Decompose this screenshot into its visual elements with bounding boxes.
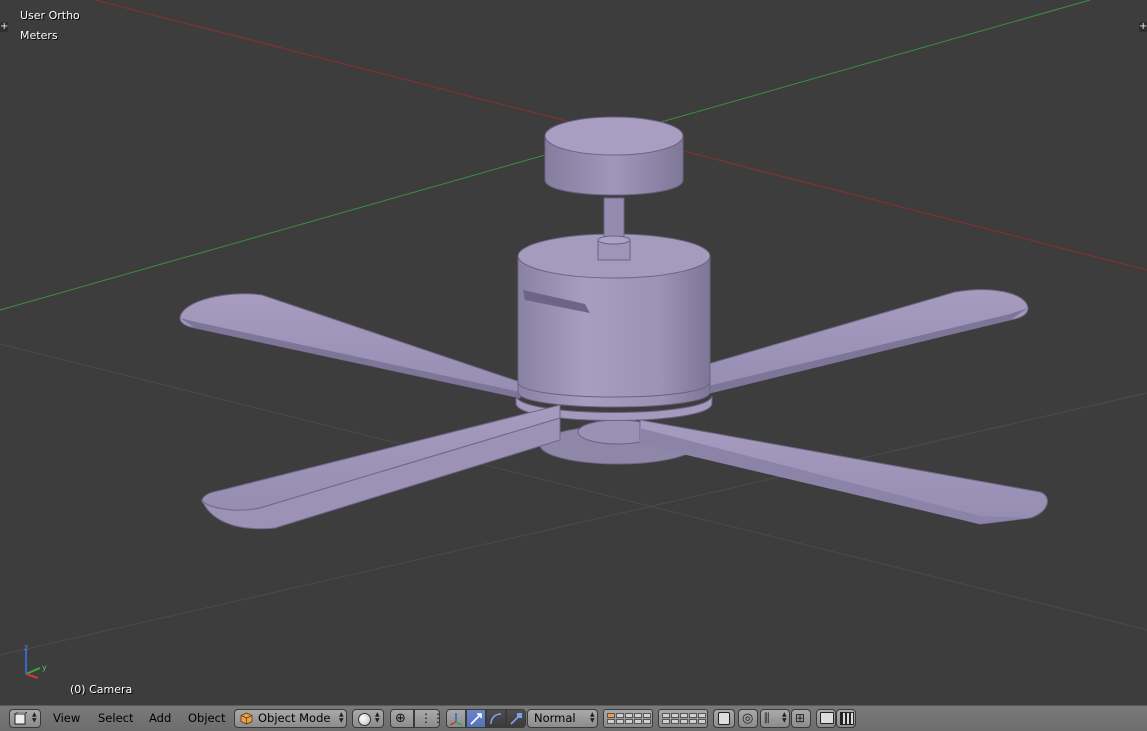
menu-object[interactable]: Object: [188, 706, 225, 731]
clapperboard-icon: [840, 712, 854, 725]
scene-canvas[interactable]: [0, 0, 1147, 705]
menu-view[interactable]: View: [53, 706, 80, 731]
active-object-label: (0) Camera: [70, 683, 133, 696]
chevron-updown-icon: ▲ ▼: [375, 711, 380, 724]
translate-manipulator-button[interactable]: [466, 709, 486, 728]
3d-viewport[interactable]: User Ortho Meters (0) Camera + + z y: [0, 0, 1147, 705]
chevron-updown-icon: ▲ ▼: [782, 711, 787, 724]
layer-grid[interactable]: [607, 713, 651, 724]
camera-icon: [820, 712, 834, 724]
menu-select[interactable]: Select: [98, 706, 133, 731]
view-name-label: User Ortho: [20, 9, 80, 22]
manipulate-center-button[interactable]: ⋮⋮: [414, 709, 444, 728]
snap-increment-icon: ⫼: [764, 711, 770, 725]
fan-downrod: [603, 197, 625, 243]
rotate-manipulator-button[interactable]: [486, 709, 506, 728]
chevron-updown-icon: ▲ ▼: [339, 711, 344, 724]
viewport-header: ▲ ▼ View Select Add Object Object Mode ▲ ▼…: [0, 705, 1147, 731]
proportional-editing-button[interactable]: ◎: [738, 709, 758, 728]
chevron-updown-icon: ▲ ▼: [590, 711, 595, 724]
layer-grid[interactable]: [662, 713, 706, 724]
z-axis-label: z: [24, 643, 28, 652]
scene-layers-group-1[interactable]: [603, 709, 653, 728]
pivot-point-selector[interactable]: ⊕: [390, 709, 414, 728]
fan-blade-front-right: [639, 419, 1048, 525]
y-axis-label: y: [42, 663, 47, 672]
transform-orientation-label: Normal: [534, 711, 576, 725]
object-cube-icon: [240, 712, 253, 725]
lock-layers-button[interactable]: [713, 709, 735, 728]
tool-shelf-toggle[interactable]: +: [0, 22, 8, 32]
editor-type-selector[interactable]: ▲ ▼: [9, 709, 41, 728]
center-points-icon: ⋮⋮: [420, 711, 444, 725]
ceiling-fan-model[interactable]: [179, 116, 1048, 530]
render-opengl-animation-button[interactable]: [836, 709, 856, 728]
properties-panel-toggle[interactable]: +: [1139, 22, 1147, 32]
pivot-icon: ⊕: [395, 711, 406, 726]
rotate-arc-icon: [490, 713, 502, 725]
menu-add[interactable]: Add: [149, 706, 171, 731]
snap-target-icon: ⊞: [795, 711, 806, 725]
scale-handle-icon: [510, 713, 522, 725]
manipulator-toggle[interactable]: [446, 709, 466, 728]
viewport-shading-selector[interactable]: ▲ ▼: [352, 709, 384, 728]
scale-manipulator-button[interactable]: [506, 709, 526, 728]
chevron-updown-icon: ▲ ▼: [32, 711, 37, 724]
proportional-edit-icon: ◎: [742, 711, 754, 726]
units-label: Meters: [20, 29, 58, 42]
render-opengl-image-button[interactable]: [816, 709, 836, 728]
transform-orientation-selector[interactable]: Normal ▲ ▼: [527, 709, 598, 728]
solid-shading-icon: [358, 713, 371, 726]
mode-selector[interactable]: Object Mode ▲ ▼: [234, 709, 347, 728]
fan-motor-body: [517, 255, 711, 408]
snap-element-selector[interactable]: ⫼ ▲ ▼: [760, 709, 790, 728]
3d-view-icon: [13, 712, 27, 725]
manipulator-axes-icon: [449, 713, 463, 726]
axis-orientation-widget: z y: [24, 643, 47, 679]
lock-icon: [718, 712, 730, 725]
translate-arrow-icon: [470, 713, 482, 725]
scene-layers-group-2[interactable]: [658, 709, 708, 728]
snap-target-button[interactable]: ⊞: [791, 709, 811, 728]
mode-label: Object Mode: [258, 711, 331, 725]
